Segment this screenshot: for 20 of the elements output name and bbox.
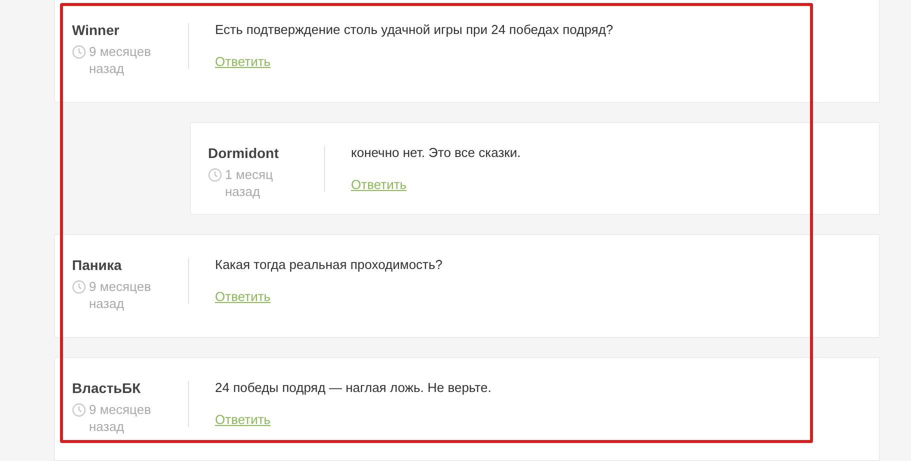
comment-text: 24 победы подряд — наглая ложь. Не верьте. bbox=[215, 379, 492, 397]
clock-icon bbox=[72, 403, 86, 417]
comment-time: 9 месяцев назад bbox=[89, 43, 152, 77]
reply-link[interactable]: Ответить bbox=[215, 411, 271, 429]
author-name: Паника bbox=[72, 256, 123, 275]
author-name: Dormidont bbox=[208, 144, 280, 163]
comment-time: 9 месяцев назад bbox=[89, 401, 152, 435]
comment-time: 1 месяц назад bbox=[225, 166, 274, 200]
reply-link[interactable]: Ответить bbox=[215, 53, 271, 71]
reply-link[interactable]: Ответить bbox=[351, 176, 407, 194]
comment-text: конечно нет. Это все сказки. bbox=[351, 144, 521, 162]
comment-text: Есть подтверждение столь удачной игры при 24 победах подряд? bbox=[215, 21, 614, 39]
clock-icon bbox=[72, 280, 86, 294]
comment-time: 9 месяцев назад bbox=[89, 278, 152, 312]
comment-text: Какая тогда реальная проходимость? bbox=[215, 256, 443, 274]
clock-icon bbox=[72, 45, 86, 59]
clock-icon bbox=[208, 168, 222, 182]
author-name: ВластьБК bbox=[72, 379, 142, 398]
reply-link[interactable]: Ответить bbox=[215, 288, 271, 306]
author-name: Winner bbox=[72, 21, 120, 40]
